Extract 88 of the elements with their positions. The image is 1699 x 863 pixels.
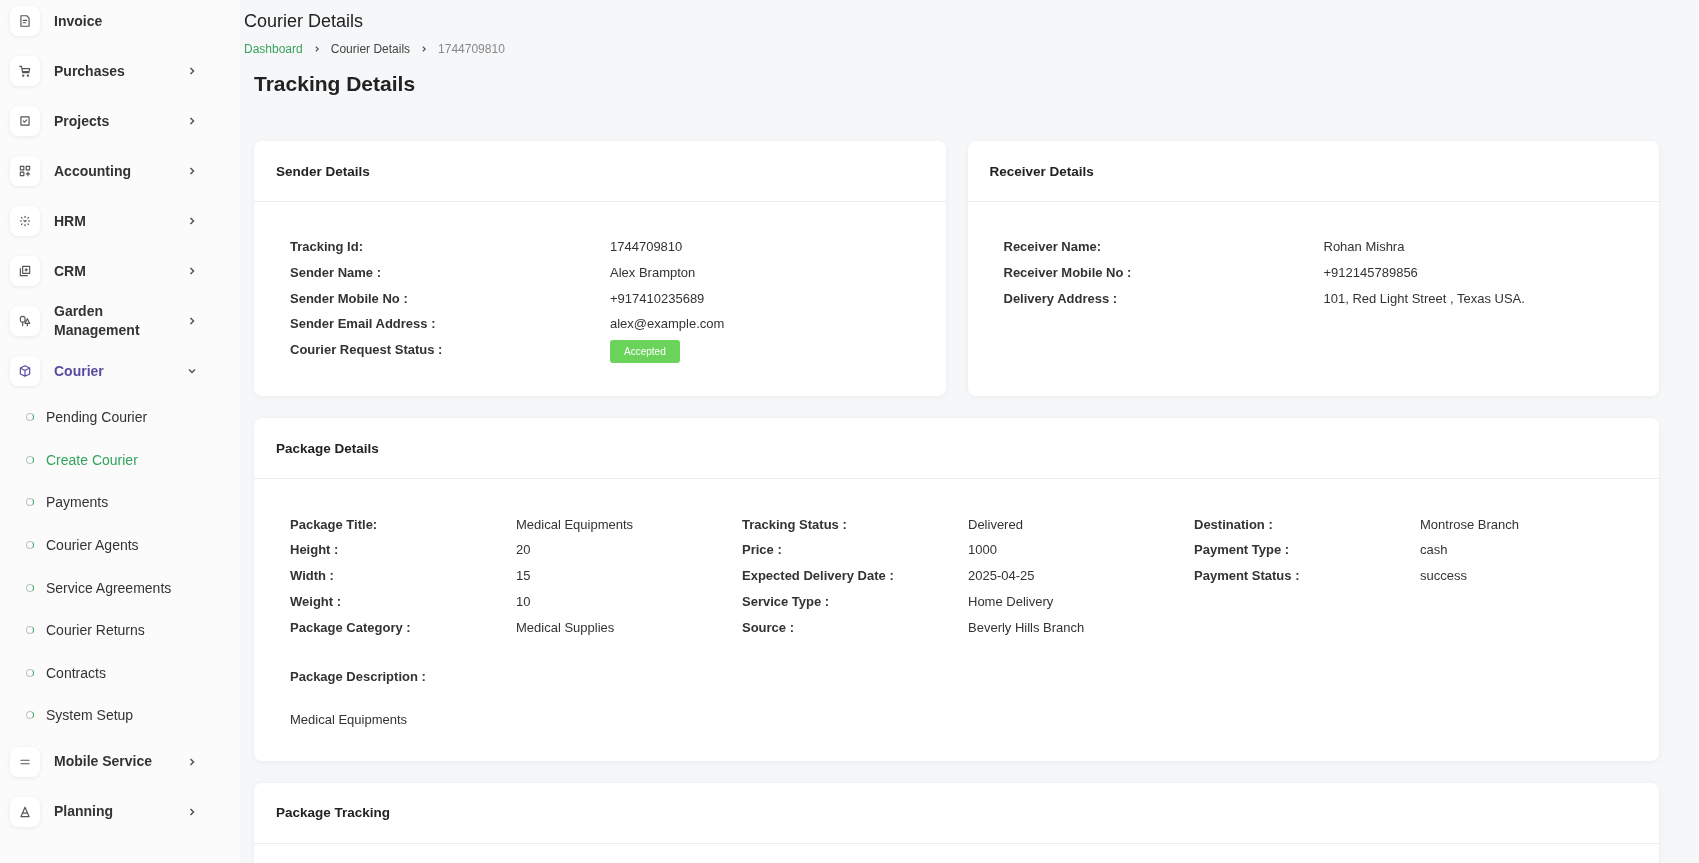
field-value: Beverly Hills Branch (968, 619, 1086, 635)
chevron-icon (187, 266, 197, 276)
chevron-icon (187, 116, 197, 126)
field-label: Width : (290, 568, 335, 584)
menu-icon (10, 746, 40, 777)
sidebar-item[interactable]: Planning (0, 786, 240, 837)
menu-icon (10, 206, 40, 236)
field-label: Tracking Status : (742, 516, 848, 532)
card-title: Sender Details (254, 141, 946, 202)
field-label: Service Type : (742, 593, 831, 609)
field-label: Source : (742, 619, 795, 635)
menu-icon (10, 56, 40, 86)
menu-icon (10, 356, 40, 386)
field-value: 2025-04-25 (968, 568, 1036, 584)
field-value: success (1420, 568, 1468, 584)
submenu-item[interactable]: Payments (0, 481, 240, 524)
chevron-icon (187, 166, 197, 176)
submenu-item[interactable]: Service Agreements (0, 566, 240, 609)
sidebar-item[interactable]: Mobile Service (0, 736, 240, 787)
field-label: Package Description : (290, 668, 427, 684)
field-label: Receiver Mobile No : (1003, 265, 1133, 281)
field-value: Montrose Branch (1420, 516, 1520, 532)
section-heading: Tracking Details (254, 72, 417, 97)
field-value: +912145789856 (1323, 265, 1419, 281)
sidebar-item[interactable]: Accounting (0, 146, 240, 196)
submenu-item[interactable]: Courier Returns (0, 608, 240, 652)
chevron-icon (420, 45, 429, 53)
menu-icon (10, 306, 40, 336)
field-value: +917410235689 (610, 290, 706, 306)
field-value: Home Delivery (968, 593, 1055, 609)
card-title: Package Tracking (254, 782, 1659, 844)
field-label: Weight : (290, 593, 343, 609)
field-value: cash (1420, 542, 1449, 558)
field-label: Sender Name : (290, 265, 383, 281)
field-value: Alex Brampton (610, 265, 697, 281)
field-value: 1000 (968, 542, 998, 558)
description-text: Medical Equipments (290, 711, 409, 727)
field-label: Expected Delivery Date : (742, 568, 895, 584)
menu-icon (10, 156, 40, 186)
field-label: Sender Mobile No : (290, 290, 409, 306)
sidebar-item[interactable]: Garden Management (0, 296, 240, 346)
chevron-icon (187, 806, 197, 817)
chevron-icon (187, 216, 197, 226)
menu-icon (10, 6, 40, 36)
field-label: Sender Email Address : (290, 316, 437, 332)
sidebar-item[interactable]: Projects (0, 96, 240, 146)
chevron-icon (187, 316, 197, 326)
submenu-item[interactable]: Contracts (0, 651, 240, 695)
field-value: Delivered (968, 516, 1024, 532)
field-value: 1744709810 (610, 239, 684, 255)
breadcrumb-link[interactable]: Courier Details (330, 42, 411, 56)
field-value: 101, Red Light Street , Texas USA. (1323, 290, 1526, 306)
field-label: Delivery Address : (1003, 290, 1119, 306)
menu-icon (10, 256, 40, 286)
sidebar-item[interactable]: CRM (0, 246, 240, 296)
chevron-icon (187, 366, 197, 376)
field-label: Package Title: (290, 516, 379, 532)
menu-icon (10, 106, 40, 136)
field-label: Payment Status : (1194, 568, 1301, 584)
chevron-icon (187, 756, 197, 767)
chevron-icon (187, 66, 197, 76)
sidebar-item[interactable]: Purchases (0, 46, 240, 96)
field-value: alex@example.com (610, 316, 726, 332)
submenu-item[interactable]: System Setup (0, 694, 240, 737)
menu-icon (10, 796, 40, 827)
field-label: Payment Type : (1194, 542, 1291, 558)
field-value: Medical Supplies (516, 619, 616, 635)
field-value: 10 (516, 593, 532, 609)
card-title: Receiver Details (967, 141, 1659, 202)
field-label: Package Category : (290, 619, 412, 635)
field-label: Price : (742, 542, 783, 558)
field-value: 15 (516, 568, 532, 584)
field-label: Receiver Name: (1003, 239, 1103, 255)
field-label: Height : (290, 542, 340, 558)
sidebar-item[interactable]: HRM (0, 196, 240, 246)
field-value: 20 (516, 542, 532, 558)
field-label: Destination : (1194, 516, 1274, 532)
field-label: Tracking Id: (290, 239, 364, 255)
card-title: Package Details (254, 418, 1659, 480)
field-label: Courier Request Status : (290, 342, 444, 358)
page-title: Courier Details (244, 11, 365, 33)
submenu-item[interactable]: Courier Agents (0, 523, 240, 567)
submenu-item[interactable]: Pending Courier (0, 396, 240, 439)
status-badge: Accepted (610, 340, 680, 364)
sidebar-item[interactable]: Invoice (0, 0, 240, 46)
field-value: Medical Equipments (516, 516, 635, 532)
sidebar-item[interactable]: Courier (0, 346, 240, 396)
field-value: Rohan Mishra (1323, 239, 1406, 255)
